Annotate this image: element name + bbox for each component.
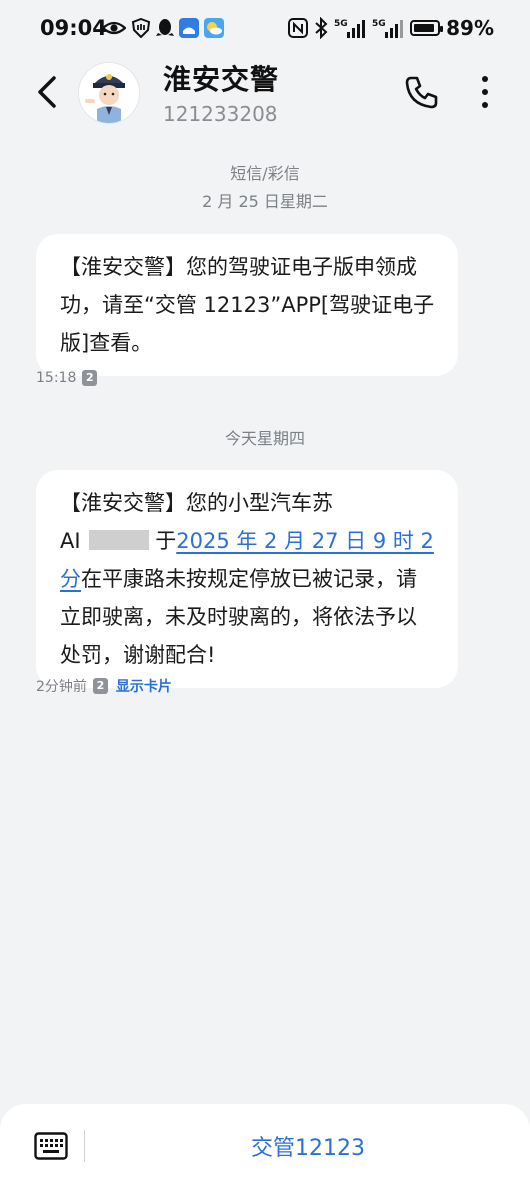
plate-partial: AI xyxy=(60,529,81,553)
date-separator: 今天星期四 xyxy=(224,429,305,448)
message-text: 【淮安交警】您的驾驶证电子版申领成功，请至“交管 12123”APP[驾驶证电子… xyxy=(60,255,435,355)
status-time: 09:04 xyxy=(40,16,107,40)
status-bar: 09:04 5G 5G 89% xyxy=(0,0,530,58)
date-separator: 2 月 25 日星期二 xyxy=(202,192,328,211)
svg-text:5G: 5G xyxy=(334,19,348,29)
channel-label: 短信/彩信 xyxy=(230,164,300,183)
battery-icon xyxy=(410,20,444,36)
system-icons: 5G 5G 89% xyxy=(288,16,494,40)
message-text: 于 xyxy=(155,529,177,553)
back-icon[interactable] xyxy=(30,72,66,112)
redacted-plate xyxy=(80,530,149,550)
message-bubble[interactable]: 【淮安交警】您的驾驶证电子版申领成功，请至“交管 12123”APP[驾驶证电子… xyxy=(36,234,458,376)
message-bubble[interactable]: 【淮安交警】您的小型汽车苏 AI 于2025 年 2 月 27 日 9 时 2 … xyxy=(36,470,458,688)
message-text: 在平康路未按规定停放已被记录，请立即驶离，未及时驶离的，将依法予以处罚，谢谢配合… xyxy=(60,567,417,667)
signal-5g-icon: 5G xyxy=(372,19,404,38)
bluetooth-icon xyxy=(315,17,328,39)
svg-text:5G: 5G xyxy=(372,19,386,29)
service-menu-bar: 交管12123 xyxy=(0,1104,530,1188)
police-avatar-icon xyxy=(79,63,139,123)
message-text: 【淮安交警】您的小型汽车苏 xyxy=(60,491,333,515)
message-time: 2分钟前 xyxy=(36,679,87,695)
service-menu-button[interactable]: 交管12123 xyxy=(160,1130,456,1162)
contact-number: 121233208 xyxy=(163,102,278,126)
battery-percent: 89% xyxy=(446,16,494,40)
qq-icon xyxy=(156,19,174,36)
conversation-header: 淮安交警 121233208 xyxy=(0,58,530,136)
contact-name: 淮安交警 xyxy=(163,63,280,96)
message-time: 15:18 xyxy=(36,370,77,386)
nfc-icon xyxy=(288,18,309,38)
divider xyxy=(84,1130,85,1162)
message-meta: 2分钟前 2 显示卡片 xyxy=(36,676,172,696)
phone-icon[interactable] xyxy=(403,74,439,110)
signal-5g-icon: 5G xyxy=(334,19,366,38)
show-card-link[interactable]: 显示卡片 xyxy=(116,676,172,696)
more-options-icon[interactable] xyxy=(470,72,500,112)
shield-icon xyxy=(131,18,151,38)
battery-fill xyxy=(414,24,434,32)
message-meta: 15:18 2 xyxy=(36,370,98,386)
sim-badge: 2 xyxy=(92,678,108,694)
avatar[interactable] xyxy=(78,62,140,124)
sim-badge: 2 xyxy=(82,370,98,386)
keyboard-icon[interactable] xyxy=(34,1132,68,1160)
eye-icon xyxy=(102,21,126,35)
app-icon-blue xyxy=(179,18,199,38)
notification-icons xyxy=(102,18,224,38)
weather-icon xyxy=(204,18,224,38)
